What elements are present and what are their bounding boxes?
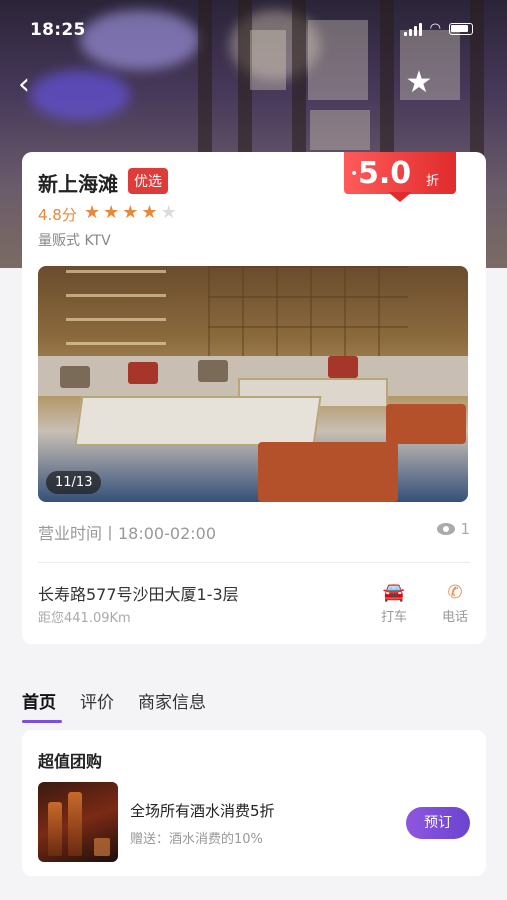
venue-card: 新上海滩 优选 • 5.0 折 4.8分 ★ ★ ★ ★ ★ 量贩式 KTV 1… (22, 152, 486, 644)
venue-category: 量贩式 KTV (38, 233, 111, 249)
discount-unit: 折 (426, 174, 440, 189)
discount-badge: • 5.0 折 (344, 152, 456, 204)
deal-thumbnail[interactable] (38, 782, 118, 862)
featured-badge: 优选 (128, 168, 168, 194)
rating-stars: ★ ★ ★ ★ ★ (84, 202, 177, 223)
star-icon: ★ (122, 202, 139, 223)
section-title: 超值团购 (38, 752, 103, 771)
venue-distance: 距您441.09Km (38, 611, 131, 626)
rating-score: 4.8分 (38, 206, 77, 224)
taxi-button[interactable]: 🚘 打车 (374, 582, 414, 625)
star-icon: ★ (405, 65, 433, 100)
chevron-left-icon: ‹ (18, 67, 30, 102)
group-deals-section: 超值团购 全场所有酒水消费5折 赠送：酒水消费的10% 预订 (22, 730, 486, 876)
car-icon: 🚘 (382, 582, 406, 603)
phone-icon: ✆ (447, 582, 463, 603)
status-bar: 18:25 ◠ (0, 0, 507, 44)
battery-icon (449, 22, 473, 35)
view-count-value: 1 (460, 520, 470, 538)
eye-icon (437, 523, 456, 535)
book-button[interactable]: 预订 (406, 807, 470, 839)
venue-name: 新上海滩 (38, 172, 118, 196)
back-button[interactable]: ‹ (18, 68, 46, 102)
deal-subtitle: 赠送：酒水消费的10% (130, 832, 263, 847)
star-icon: ★ (141, 202, 158, 223)
phone-button[interactable]: ✆ 电话 (435, 582, 475, 625)
venue-photo[interactable]: 11/13 (38, 266, 468, 502)
tab-home[interactable]: 首页 (22, 688, 62, 723)
tab-merchant-info[interactable]: 商家信息 (138, 688, 206, 723)
business-hours: 营业时间丨18:00-02:00 (38, 524, 216, 543)
taxi-label: 打车 (380, 610, 407, 625)
tab-reviews[interactable]: 评价 (80, 688, 114, 723)
signal-icon (403, 22, 422, 36)
wifi-icon: ◠ (429, 21, 441, 36)
deal-name[interactable]: 全场所有酒水消费5折 (130, 800, 275, 821)
star-icon: ★ (103, 202, 120, 223)
star-icon: ★ (84, 202, 101, 223)
view-count: 1 (437, 520, 470, 538)
favorite-button[interactable]: ★ (402, 66, 436, 100)
tab-bar: 首页 评价 商家信息 (22, 688, 206, 723)
venue-address[interactable]: 长寿路577号沙田大厦1-3层 (38, 581, 239, 605)
phone-label: 电话 (441, 610, 468, 625)
photo-counter: 11/13 (46, 471, 102, 494)
discount-value: 5.0 (358, 156, 412, 191)
divider (38, 562, 470, 563)
status-time: 18:25 (30, 20, 86, 40)
star-empty-icon: ★ (160, 202, 177, 223)
